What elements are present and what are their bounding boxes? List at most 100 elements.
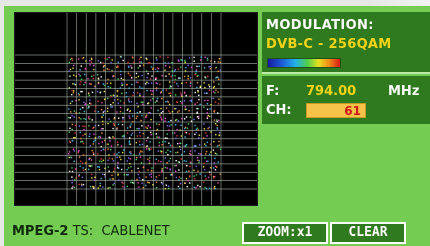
constellation-symbol <box>147 102 150 104</box>
constellation-symbol <box>161 75 163 77</box>
constellation-symbol <box>91 149 93 152</box>
constellation-symbol <box>74 179 76 181</box>
constellation-symbol <box>194 133 196 135</box>
constellation-symbol <box>110 82 112 84</box>
constellation-symbol <box>73 90 75 92</box>
constellation-symbol <box>148 149 151 151</box>
frequency-value[interactable]: 794.00 <box>306 84 356 99</box>
constellation-symbol <box>99 160 101 162</box>
constellation-symbol <box>131 179 133 182</box>
constellation-symbol <box>177 142 179 145</box>
constellation-symbol <box>84 81 86 84</box>
constellation-symbol <box>127 157 130 159</box>
constellation-symbol <box>103 84 106 87</box>
constellation-symbol <box>81 184 83 187</box>
constellation-symbol <box>146 127 148 129</box>
constellation-symbol <box>213 185 216 188</box>
channel-value: 61 <box>344 104 361 118</box>
constellation-symbol <box>214 123 217 125</box>
constellation-symbol <box>131 56 134 58</box>
constellation-symbol <box>102 159 105 161</box>
constellation-symbol <box>138 177 141 179</box>
constellation-symbol <box>68 70 70 72</box>
constellation-symbol <box>190 154 192 156</box>
constellation-symbol <box>130 153 132 155</box>
constellation-symbol <box>149 174 151 176</box>
constellation-symbol <box>110 145 113 147</box>
constellation-symbol <box>97 111 99 113</box>
constellation-symbol <box>185 143 188 146</box>
constellation-symbol <box>204 143 206 145</box>
constellation-symbol <box>88 125 90 127</box>
constellation-symbol <box>143 64 145 66</box>
constellation-symbol <box>151 90 154 92</box>
constellation-symbol <box>135 158 137 161</box>
constellation-symbol <box>218 58 221 60</box>
constellation-symbol <box>103 65 105 67</box>
constellation-symbol <box>120 73 122 76</box>
constellation-symbol <box>209 65 212 68</box>
constellation-symbol <box>186 185 188 188</box>
constellation-symbol <box>210 151 212 153</box>
constellation-symbol <box>142 179 144 181</box>
constellation-symbol <box>155 158 157 160</box>
frequency-label: F: <box>266 84 280 99</box>
constellation-symbol <box>150 173 153 175</box>
constellation-symbol <box>122 79 124 81</box>
constellation-symbol <box>150 131 152 134</box>
constellation-symbol <box>91 177 93 179</box>
constellation-symbol <box>92 151 94 154</box>
constellation-symbol <box>178 60 180 62</box>
constellation-symbol <box>126 160 128 162</box>
constellation-symbol <box>102 114 104 116</box>
constellation-symbol <box>174 165 176 167</box>
constellation-symbol <box>122 182 124 185</box>
zoom-button[interactable]: ZOOM:x1 <box>242 222 328 244</box>
constellation-symbol <box>129 151 131 153</box>
constellation-symbol <box>178 176 181 178</box>
constellation-symbol <box>102 128 104 130</box>
constellation-symbol <box>195 70 197 73</box>
constellation-symbol <box>205 145 207 147</box>
clear-button[interactable]: CLEAR <box>330 222 406 244</box>
constellation-symbol <box>213 81 215 83</box>
constellation-symbol <box>100 177 102 180</box>
constellation-symbol <box>165 89 167 91</box>
constellation-symbol <box>68 170 71 173</box>
constellation-symbol <box>87 104 89 106</box>
constellation-symbol <box>194 73 196 76</box>
constellation-symbol <box>152 67 154 69</box>
constellation-symbol <box>98 142 100 145</box>
constellation-symbol <box>151 82 153 84</box>
constellation-symbol <box>155 87 158 89</box>
constellation-symbol <box>177 68 180 70</box>
constellation-symbol <box>75 75 77 77</box>
constellation-symbol <box>184 108 186 111</box>
constellation-symbol <box>157 150 159 152</box>
constellation-symbol <box>185 94 187 97</box>
constellation-symbol <box>195 128 197 130</box>
constellation-symbol <box>71 123 73 126</box>
constellation-symbol <box>204 186 206 189</box>
constellation-symbol <box>137 106 139 108</box>
constellation-symbol <box>173 70 176 72</box>
constellation-symbol <box>136 128 138 130</box>
constellation-symbol <box>146 76 148 79</box>
constellation-symbol <box>181 82 183 84</box>
constellation-symbol <box>78 183 80 186</box>
constellation-symbol <box>189 82 192 84</box>
constellation-symbol <box>138 127 140 130</box>
constellation-symbol <box>164 137 167 139</box>
constellation-symbol <box>216 120 218 123</box>
channel-field[interactable]: 61 <box>306 103 366 118</box>
constellation-symbol <box>161 170 163 172</box>
constellation-symbol <box>128 141 130 143</box>
constellation-symbol <box>180 66 182 68</box>
constellation-symbol <box>97 81 100 84</box>
constellation-symbol <box>80 137 82 140</box>
constellation-symbol <box>175 152 177 154</box>
constellation-symbol <box>206 57 209 60</box>
constellation-symbol <box>195 186 197 189</box>
constellation-symbol <box>176 111 179 113</box>
constellation-symbol <box>78 175 80 177</box>
